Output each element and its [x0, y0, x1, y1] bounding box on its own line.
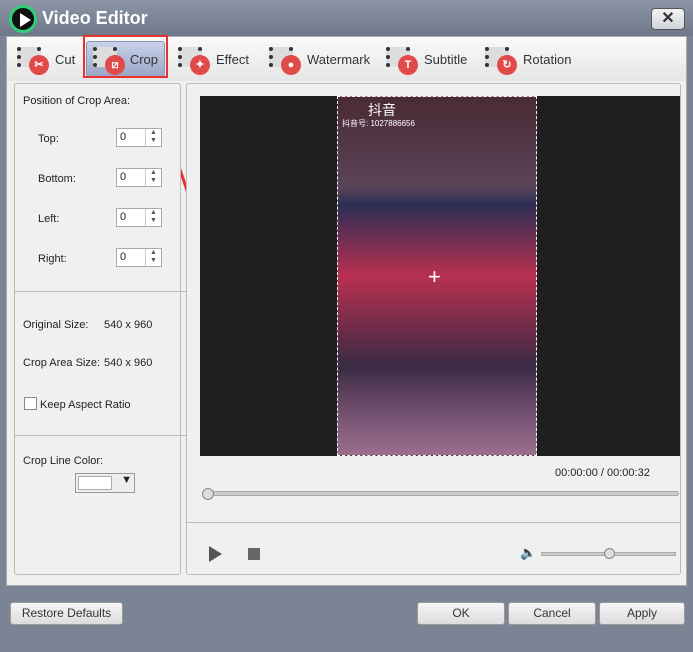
bottom-spinner[interactable]: 0 ▲ ▼	[116, 168, 162, 187]
crop-size-value: 540 x 960	[104, 357, 153, 369]
keep-aspect-checkbox[interactable]	[24, 397, 37, 410]
section-title: Position of Crop Area:	[23, 95, 131, 107]
apply-button[interactable]: Apply	[599, 602, 685, 625]
time-display: 00:00:00 / 00:00:32	[555, 467, 650, 479]
play-icon[interactable]	[209, 546, 222, 562]
editor-frame: ✂ Cut ⧄ Crop ✦ Effect ● Watermark T Subtitle …	[6, 35, 687, 586]
tab-rotation[interactable]: ↻ Rotation	[479, 41, 577, 77]
cut-icon: ✂	[17, 45, 51, 75]
bottom-label: Bottom:	[38, 173, 76, 185]
window-title: Video Editor	[42, 8, 148, 28]
seek-handle[interactable]	[202, 488, 214, 500]
tab-label: Effect	[216, 51, 250, 67]
video-overlay-logo: 抖音	[368, 102, 396, 118]
line-color-picker[interactable]: ▼	[75, 473, 135, 493]
tab-watermark[interactable]: ● Watermark	[263, 41, 376, 77]
stop-icon[interactable]	[248, 548, 260, 560]
original-size-label: Original Size:	[23, 319, 89, 331]
video-preview[interactable]: 抖音 抖音号: 1027886656 +	[200, 96, 680, 456]
divider	[15, 435, 188, 436]
subtitle-icon: T	[386, 45, 420, 75]
chevron-down-icon: ▼	[121, 474, 132, 486]
seek-slider[interactable]	[207, 491, 679, 496]
restore-defaults-button[interactable]: Restore Defaults	[10, 602, 123, 625]
watermark-icon: ●	[269, 45, 303, 75]
tab-subtitle[interactable]: T Subtitle	[380, 41, 473, 77]
ok-button[interactable]: OK	[417, 602, 505, 625]
tab-label: Cut	[55, 51, 76, 67]
right-label: Right:	[38, 253, 67, 265]
video-overlay-id: 抖音号: 1027886656	[342, 119, 415, 128]
title-bar: Video Editor ✕	[0, 0, 693, 36]
tab-label: Subtitle	[424, 51, 468, 67]
annotation-highlight-box	[83, 35, 168, 78]
app-logo-icon	[9, 5, 37, 33]
color-swatch	[78, 476, 112, 490]
top-spinner[interactable]: 0 ▲ ▼	[116, 128, 162, 147]
toolbar: ✂ Cut ⧄ Crop ✦ Effect ● Watermark T Subtitle …	[7, 35, 686, 81]
divider	[15, 291, 188, 292]
tab-cut[interactable]: ✂ Cut	[11, 41, 81, 77]
original-size-value: 540 x 960	[104, 319, 153, 331]
crop-area[interactable]: 抖音 抖音号: 1027886656 +	[337, 96, 537, 456]
line-color-label: Crop Line Color:	[23, 455, 104, 467]
keep-aspect-label: Keep Aspect Ratio	[40, 399, 131, 411]
close-button[interactable]: ✕	[651, 8, 685, 30]
tab-label: Watermark	[307, 51, 371, 67]
tab-label: Rotation	[523, 51, 572, 67]
top-label: Top:	[38, 133, 59, 145]
rotation-icon: ↻	[485, 45, 519, 75]
effect-icon: ✦	[178, 45, 212, 75]
tab-effect[interactable]: ✦ Effect	[172, 41, 255, 77]
move-crosshair-icon[interactable]: +	[428, 266, 441, 288]
crop-settings-panel: Position of Crop Area: Top: 0 ▲ ▼ Bottom: …	[14, 83, 188, 575]
divider	[187, 522, 680, 523]
preview-panel: 抖音 抖音号: 1027886656 + 00:00:00 / 00:00:32…	[186, 83, 681, 575]
volume-handle[interactable]	[604, 548, 615, 559]
left-label: Left:	[38, 213, 60, 225]
left-spinner[interactable]: 0 ▲ ▼	[116, 208, 162, 227]
right-spinner[interactable]: 0 ▲ ▼	[116, 248, 162, 267]
volume-icon[interactable]: 🔈	[520, 545, 536, 561]
crop-size-label: Crop Area Size:	[23, 357, 101, 369]
cancel-button[interactable]: Cancel	[508, 602, 596, 625]
